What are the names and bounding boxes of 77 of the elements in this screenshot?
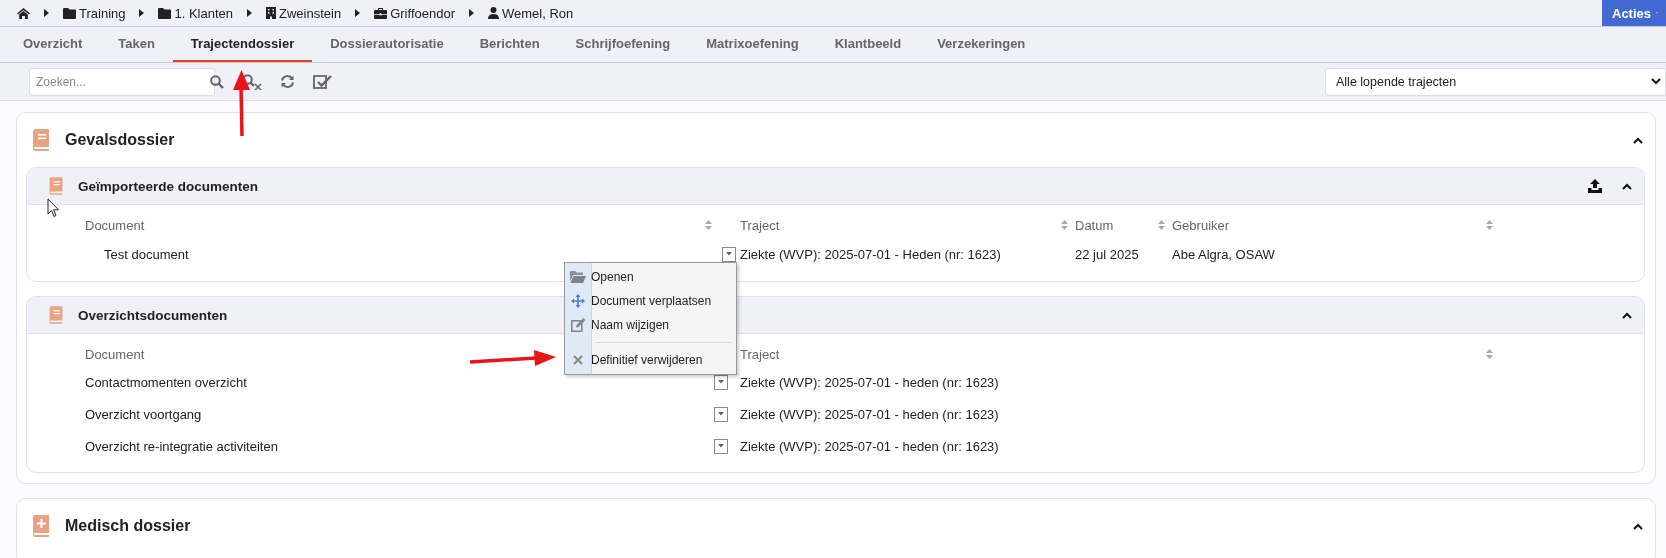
chevron-up-icon[interactable] xyxy=(1633,522,1643,530)
menu-item[interactable]: Naam wijzigen xyxy=(565,313,736,337)
column-header: Gebruiker xyxy=(1172,217,1230,233)
close-icon xyxy=(573,355,583,365)
breadcrumb-link[interactable]: 1. Klanten xyxy=(174,5,234,21)
filter-select[interactable]: Alle lopende trajecten xyxy=(1325,67,1666,96)
caret-right-icon xyxy=(355,9,361,17)
table-cell: Ziekte (WVP): 2025-07-01 - heden (nr: 1623) xyxy=(740,374,999,390)
tab[interactable]: Schrijfoefening xyxy=(557,27,689,62)
tab[interactable]: Overzicht xyxy=(5,27,101,62)
home-icon[interactable] xyxy=(17,7,30,19)
clear-search-icon[interactable] xyxy=(242,73,262,90)
tab[interactable]: Berichten xyxy=(461,27,558,62)
caret-right-icon xyxy=(247,9,253,17)
checklist-icon[interactable] xyxy=(313,74,332,89)
tab[interactable]: Verzekeringen xyxy=(919,27,1044,62)
chevron-down-icon xyxy=(1651,78,1661,85)
column-header: Document xyxy=(85,346,145,362)
menu-item[interactable]: Definitief verwijderen xyxy=(565,337,736,372)
breadcrumb-link[interactable]: Training xyxy=(79,5,126,21)
section-title: Medisch dossier xyxy=(65,517,192,535)
column-header: Document xyxy=(85,217,145,233)
breadcrumb-link[interactable]: Zweinstein xyxy=(279,5,342,21)
table-cell-text: Test document xyxy=(103,246,189,262)
book-icon xyxy=(31,129,51,151)
folder-icon xyxy=(63,7,76,19)
user-icon xyxy=(487,7,499,19)
building-icon xyxy=(266,7,277,19)
book-icon xyxy=(48,306,64,324)
tab[interactable]: Taken xyxy=(100,27,173,62)
caret-right-icon xyxy=(468,9,474,17)
row-menu-button[interactable] xyxy=(714,406,728,422)
chevron-up-icon[interactable] xyxy=(1633,136,1643,144)
refresh-icon[interactable] xyxy=(280,74,295,89)
caret-down-icon xyxy=(718,412,724,416)
annotation-arrow xyxy=(232,70,252,136)
column-header: Traject xyxy=(740,217,780,233)
upload-icon[interactable] xyxy=(1588,179,1602,193)
move-arrows-icon xyxy=(571,294,585,308)
table-cell: Abe Algra, OSAW xyxy=(1172,246,1275,262)
row-menu-button[interactable] xyxy=(722,246,736,262)
panel-title: Geïmporteerde documenten xyxy=(78,178,259,194)
chevron-up-icon[interactable] xyxy=(1622,311,1632,319)
tab[interactable]: Dossierautorisatie xyxy=(312,27,462,62)
menu-item[interactable]: Openen xyxy=(565,265,736,289)
tab[interactable]: Matrixoefening xyxy=(688,27,817,62)
column-header: Datum xyxy=(1075,217,1114,233)
edit-icon xyxy=(570,318,586,332)
caret-right-icon xyxy=(139,9,145,17)
row-menu-button[interactable] xyxy=(714,438,728,454)
section-title: Gevalsdossier xyxy=(65,131,176,149)
table-cell: 22 jul 2025 xyxy=(1075,246,1139,262)
panel-title: Overzichtsdocumenten xyxy=(78,307,228,323)
caret-right-icon xyxy=(44,9,49,17)
mouse-cursor-icon xyxy=(47,198,60,218)
column-header: Traject xyxy=(740,346,780,362)
search-field[interactable]: Zoeken... xyxy=(29,67,215,96)
briefcase-icon xyxy=(374,7,388,19)
caret-down-icon xyxy=(726,252,732,256)
breadcrumb-link[interactable]: Griffoendor xyxy=(390,5,455,21)
table-cell: Ziekte (WVP): 2025-07-01 - heden (nr: 1623) xyxy=(740,438,999,454)
caret-down-icon xyxy=(718,444,724,448)
table-cell: Ziekte (WVP): 2025-07-01 - Heden (nr: 1623) xyxy=(740,246,1001,262)
folder-icon xyxy=(158,7,172,19)
table-cell: Ziekte (WVP): 2025-07-01 - heden (nr: 1623) xyxy=(740,406,999,422)
chevron-up-icon[interactable] xyxy=(1622,182,1632,190)
caret-down-icon xyxy=(718,380,724,384)
book-icon xyxy=(48,177,64,195)
table-cell: Overzicht re-integratie activiteiten xyxy=(85,438,278,454)
menu-item[interactable]: Document verplaatsen xyxy=(565,289,736,313)
actions-button[interactable]: Acties xyxy=(1602,0,1666,26)
table-cell: Overzicht voortgang xyxy=(85,406,202,422)
breadcrumb-link[interactable]: Wemel, Ron xyxy=(501,5,574,21)
table-cell: Contactmomenten overzicht xyxy=(85,374,247,390)
medical-book-icon xyxy=(31,515,51,537)
tab[interactable]: Klantbeeld xyxy=(816,27,920,62)
folder-icon xyxy=(570,271,586,283)
